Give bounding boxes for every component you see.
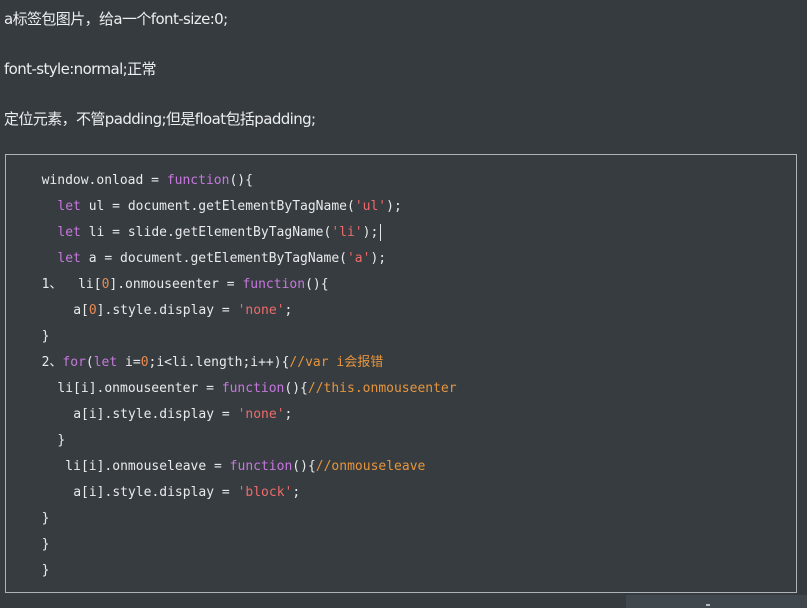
code-line: window.onload = function(){ xyxy=(6,168,457,194)
code-line: } xyxy=(6,506,457,532)
code-token-plain: li[i].onmouseleave = xyxy=(65,459,230,474)
code-token-plain: 2、 xyxy=(41,355,63,370)
code-token-plain: li = slide.getElementByTagName( xyxy=(80,225,332,240)
code-token-plain: li[i].onmouseenter = xyxy=(57,381,222,396)
note-line-2: font-style:normal;正常 xyxy=(4,60,157,78)
note-line-1: a标签包图片，给a一个font-size:0; xyxy=(4,10,228,28)
code-token-plain: ; xyxy=(284,407,293,422)
code-block[interactable]: window.onload = function(){let ul = docu… xyxy=(5,154,797,593)
code-token-str: 'a' xyxy=(346,251,371,266)
code-token-plain: ].style.display = xyxy=(96,303,238,318)
code-token-plain: ul = document.getElementByTagName( xyxy=(80,199,355,214)
code-lines: window.onload = function(){let ul = docu… xyxy=(6,168,457,584)
code-token-plain: } xyxy=(41,563,50,578)
code-token-kw: function xyxy=(221,381,285,396)
code-token-num: 0 xyxy=(140,355,149,370)
code-token-plain: ; xyxy=(284,303,293,318)
code-line: } xyxy=(6,324,457,350)
code-token-cm: //this.onmouseenter xyxy=(307,381,457,396)
code-token-plain: } xyxy=(41,329,50,344)
code-token-str: 'li' xyxy=(331,225,363,240)
code-line: } xyxy=(6,428,457,454)
code-token-plain: } xyxy=(41,511,50,526)
code-token-plain: ); xyxy=(362,225,379,240)
code-token-plain: ;i<li.length;i++){ xyxy=(148,355,290,370)
code-token-str: 'ul' xyxy=(354,199,387,214)
code-line: } xyxy=(6,532,457,558)
code-token-cm: //onmouseleave xyxy=(315,459,426,474)
code-token-plain: } xyxy=(41,537,50,552)
code-token-cm: //var i会报错 xyxy=(289,355,384,370)
code-line: li[i].onmouseleave = function(){//onmous… xyxy=(6,454,457,480)
code-line: let a = document.getElementByTagName('a'… xyxy=(6,246,457,272)
code-token-str: 'none' xyxy=(237,303,285,318)
code-token-plain: a[i].style.display = xyxy=(73,485,238,500)
code-line: } xyxy=(6,558,457,584)
code-line: a[i].style.display = 'block'; xyxy=(6,480,457,506)
code-token-plain: ].onmouseenter = xyxy=(109,277,243,292)
code-token-kw: let xyxy=(57,225,81,240)
scrollbar-stub[interactable] xyxy=(626,595,807,608)
code-token-plain: 1、 li[ xyxy=(41,277,102,292)
code-token-plain: a[i].style.display = xyxy=(73,407,238,422)
code-token-str: 'block' xyxy=(237,485,293,500)
code-token-num: 0 xyxy=(88,303,97,318)
code-line: 1、 li[0].onmouseenter = function(){ xyxy=(6,272,457,298)
code-line: 2、for(let i=0;i<li.length;i++){//var i会报… xyxy=(6,350,457,376)
code-line: let ul = document.getElementByTagName('u… xyxy=(6,194,457,220)
text-caret-icon xyxy=(380,224,382,241)
note-line-3: 定位元素，不管padding;但是float包括padding; xyxy=(4,110,316,128)
code-token-plain: (){ xyxy=(229,173,253,188)
code-token-plain: a[ xyxy=(73,303,89,318)
code-token-plain: a = document.getElementByTagName( xyxy=(80,251,347,266)
code-token-kw: function xyxy=(242,277,306,292)
code-token-kw: function xyxy=(166,173,230,188)
code-token-kw: let xyxy=(93,355,118,370)
code-line: a[0].style.display = 'none'; xyxy=(6,298,457,324)
code-token-str: 'none' xyxy=(237,407,285,422)
code-line: a[i].style.display = 'none'; xyxy=(6,402,457,428)
code-token-plain: ; xyxy=(292,485,301,500)
code-token-kw: let xyxy=(57,199,81,214)
code-token-plain: (){ xyxy=(292,459,316,474)
code-token-plain: ); xyxy=(386,199,402,214)
scroll-grip-icon xyxy=(706,604,710,606)
code-token-kw: let xyxy=(57,251,81,266)
code-line: let li = slide.getElementByTagName('li')… xyxy=(6,220,457,246)
code-token-plain: ( xyxy=(85,355,94,370)
code-token-plain: ); xyxy=(370,251,387,266)
code-token-kw: for xyxy=(62,355,86,370)
code-token-plain: (){ xyxy=(284,381,308,396)
code-token-kw: function xyxy=(229,459,293,474)
code-token-plain: i= xyxy=(117,355,141,370)
code-token-plain: } xyxy=(57,433,66,448)
code-line: li[i].onmouseenter = function(){//this.o… xyxy=(6,376,457,402)
code-token-plain: window.onload = xyxy=(41,173,167,188)
code-token-plain: (){ xyxy=(305,277,329,292)
